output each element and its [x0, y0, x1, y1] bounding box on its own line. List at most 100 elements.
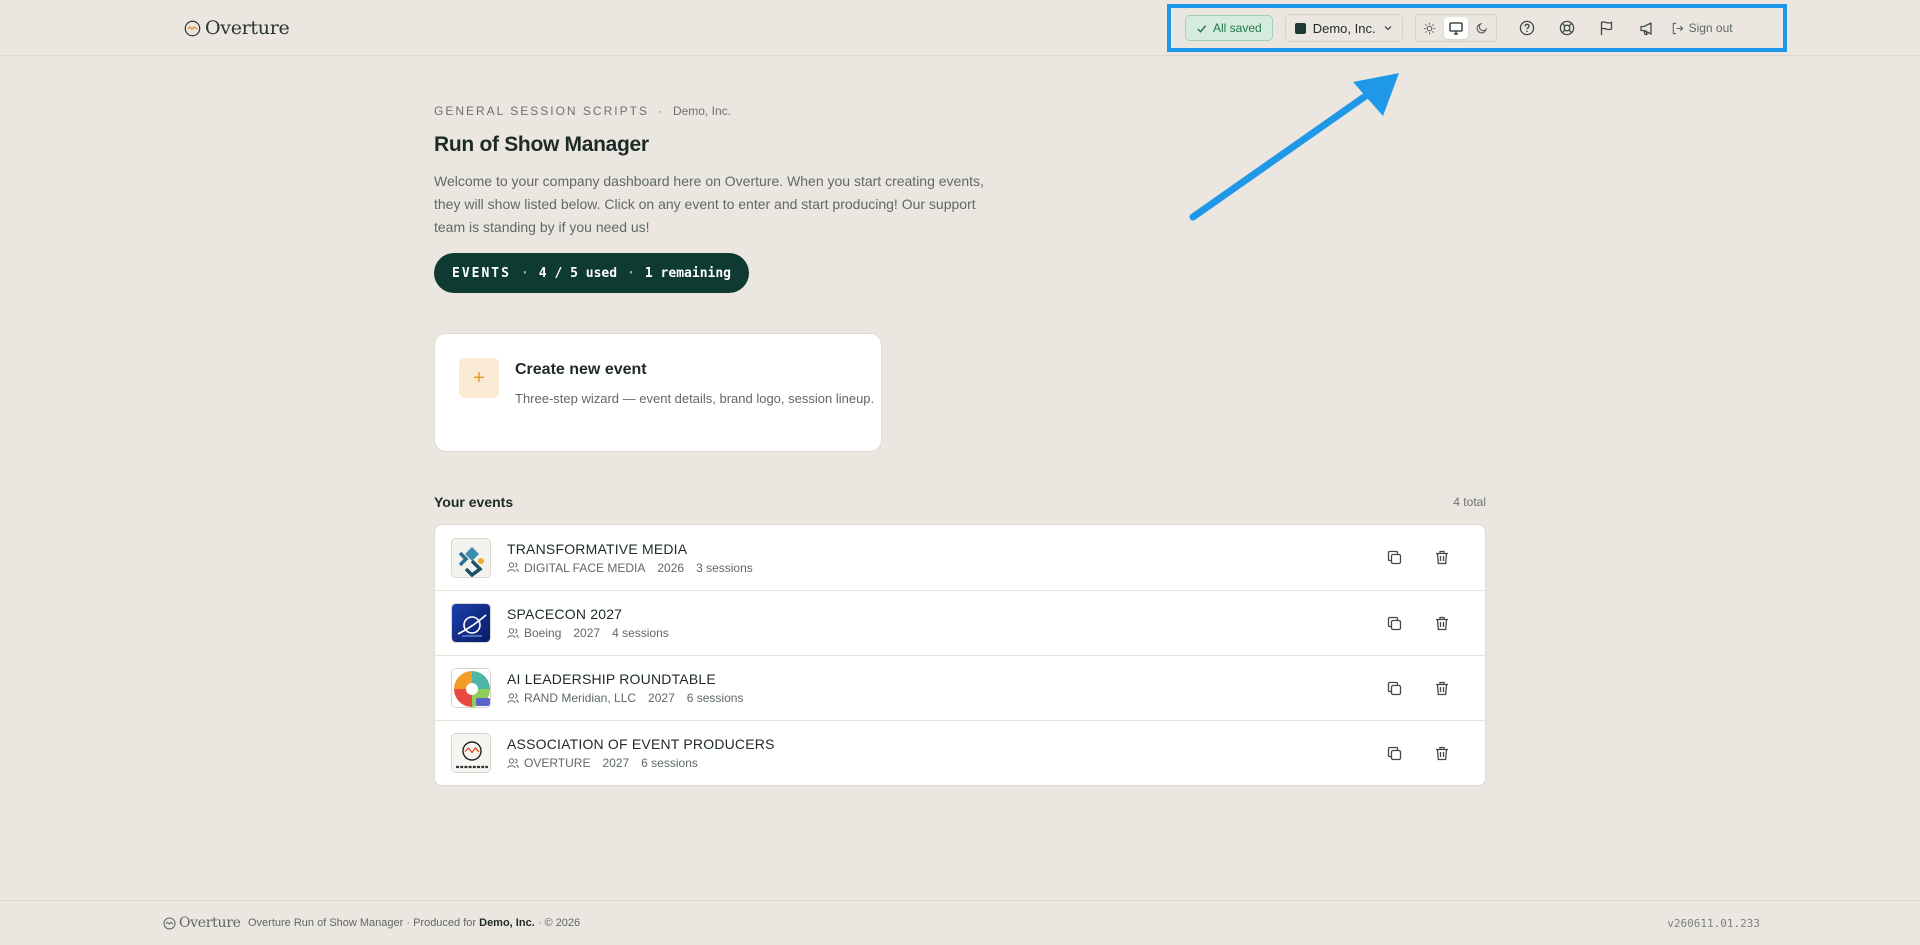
overture-logo-icon [184, 20, 201, 36]
event-name: ASSOCIATION OF EVENT PRODUCERS [507, 736, 775, 752]
users-icon [507, 692, 519, 703]
copy-icon [1387, 681, 1401, 695]
event-client: DIGITAL FACE MEDIA [524, 560, 646, 575]
theme-system-button[interactable] [1443, 17, 1468, 39]
event-name: SPACECON 2027 [507, 606, 623, 622]
event-logo-transformative-media [451, 537, 491, 578]
event-logo-association [451, 733, 491, 773]
overture-logo-icon [163, 916, 176, 930]
event-client: Boeing [524, 626, 562, 640]
version-label: v260611.01.233 [1667, 917, 1760, 930]
footer-text: Overture Run of Show Manager · Produced … [248, 917, 580, 929]
event-row[interactable]: SPACECON 2027 Boeing 2027 4 sessions [435, 590, 1485, 655]
log-out-icon [1672, 22, 1683, 34]
brand[interactable]: Overture [184, 17, 290, 39]
delete-event-button[interactable] [1429, 610, 1455, 636]
check-icon [1197, 24, 1207, 33]
chevron-down-icon [1384, 26, 1392, 31]
top-bar: Overture All saved Demo, Inc. Sign out [0, 0, 1920, 56]
save-status-label: All saved [1213, 21, 1262, 35]
main-content: GENERAL SESSION SCRIPTS · Demo, Inc. Run… [434, 104, 1486, 786]
event-year: 2027 [573, 626, 601, 640]
create-event-title: Create new event [515, 361, 647, 378]
event-sessions: 3 sessions [696, 560, 753, 575]
megaphone-icon [1639, 21, 1652, 35]
footer-text-prefix: Overture Run of Show Manager · Produced … [248, 917, 477, 929]
help-button[interactable] [1507, 14, 1547, 42]
breadcrumb-org: Demo, Inc. [672, 104, 731, 118]
theme-light-button[interactable] [1418, 17, 1442, 39]
delete-event-button[interactable] [1429, 545, 1455, 571]
event-row[interactable]: TRANSFORMATIVE MEDIA DIGITAL FACE MEDIA … [435, 525, 1485, 590]
create-event-description: Three-step wizard — event details, brand… [515, 391, 875, 406]
flag-icon [1600, 21, 1613, 35]
event-year: 2027 [648, 691, 675, 705]
breadcrumb-separator: · [657, 104, 664, 118]
copy-icon [1387, 550, 1401, 565]
events-list-title: Your events [434, 494, 514, 510]
duplicate-event-button[interactable] [1381, 545, 1407, 571]
delete-event-button[interactable] [1429, 675, 1455, 701]
theme-toggle [1414, 14, 1497, 42]
copy-icon [1387, 746, 1401, 760]
copy-icon [1387, 616, 1401, 630]
event-name: AI LEADERSHIP ROUNDTABLE [507, 671, 716, 687]
events-list: TRANSFORMATIVE MEDIA DIGITAL FACE MEDIA … [434, 524, 1486, 786]
duplicate-event-button[interactable] [1381, 675, 1407, 701]
trash-icon [1436, 616, 1448, 630]
page-title: Run of Show Manager [434, 133, 649, 156]
usage-used: 4 / 5 used [538, 265, 618, 281]
announcements-button[interactable] [1627, 14, 1667, 42]
breadcrumb: GENERAL SESSION SCRIPTS · Demo, Inc. [434, 104, 1486, 118]
footer-brand-name: Overture [179, 915, 241, 931]
event-row[interactable]: ASSOCIATION OF EVENT PRODUCERS OVERTURE … [435, 720, 1485, 785]
header-toolbar: All saved Demo, Inc. Sign out [1167, 4, 1787, 52]
sign-out-button[interactable]: Sign out [1671, 21, 1733, 35]
footer-org: Demo, Inc. [479, 917, 535, 929]
footer: Overture Overture Run of Show Manager · … [0, 900, 1920, 945]
footer-text-suffix: · © 2026 [537, 917, 581, 929]
duplicate-event-button[interactable] [1381, 610, 1407, 636]
event-year: 2027 [602, 756, 630, 770]
save-status-badge: All saved [1185, 15, 1273, 41]
section-label: GENERAL SESSION SCRIPTS [434, 104, 649, 118]
usage-remaining: 1 remaining [644, 265, 731, 281]
life-buoy-icon [1559, 20, 1574, 36]
sign-out-label: Sign out [1688, 21, 1733, 35]
report-button[interactable] [1587, 14, 1627, 42]
trash-icon [1436, 681, 1448, 695]
event-year: 2026 [657, 560, 685, 575]
intro-text: Welcome to your company dashboard here o… [434, 173, 984, 235]
org-switcher-label: Demo, Inc. [1312, 20, 1376, 36]
event-name: TRANSFORMATIVE MEDIA [507, 540, 688, 557]
brand-name: Overture [205, 17, 290, 39]
sun-icon [1423, 22, 1436, 34]
users-icon [507, 627, 519, 638]
delete-event-button[interactable] [1429, 740, 1455, 766]
duplicate-event-button[interactable] [1381, 740, 1407, 766]
event-client: OVERTURE [524, 756, 591, 770]
theme-dark-button[interactable] [1470, 17, 1494, 39]
usage-separator-2: · [627, 265, 635, 281]
org-switcher[interactable]: Demo, Inc. [1284, 14, 1403, 42]
event-sessions: 6 sessions [641, 756, 698, 770]
events-count: 4 total [1453, 495, 1486, 509]
event-logo-spacecon [451, 603, 491, 643]
support-button[interactable] [1547, 14, 1587, 42]
footer-brand[interactable]: Overture [163, 915, 241, 931]
users-icon [507, 562, 519, 573]
event-row[interactable]: AI LEADERSHIP ROUNDTABLE RAND Meridian, … [435, 655, 1485, 720]
moon-icon [1476, 22, 1487, 34]
usage-badge: EVENTS · 4 / 5 used · 1 remaining [434, 253, 749, 293]
create-event-card[interactable]: + Create new event Three-step wizard — e… [434, 333, 882, 452]
event-sessions: 4 sessions [612, 626, 669, 640]
event-sessions: 6 sessions [686, 691, 744, 705]
users-icon [507, 757, 519, 768]
event-client: RAND Meridian, LLC [524, 691, 637, 705]
monitor-icon [1448, 21, 1463, 35]
help-circle-icon [1519, 20, 1534, 36]
event-logo-ai-leadership [451, 668, 491, 708]
plus-icon: + [459, 358, 499, 398]
usage-label: EVENTS [452, 265, 511, 281]
events-list-header: Your events 4 total [434, 494, 1486, 510]
